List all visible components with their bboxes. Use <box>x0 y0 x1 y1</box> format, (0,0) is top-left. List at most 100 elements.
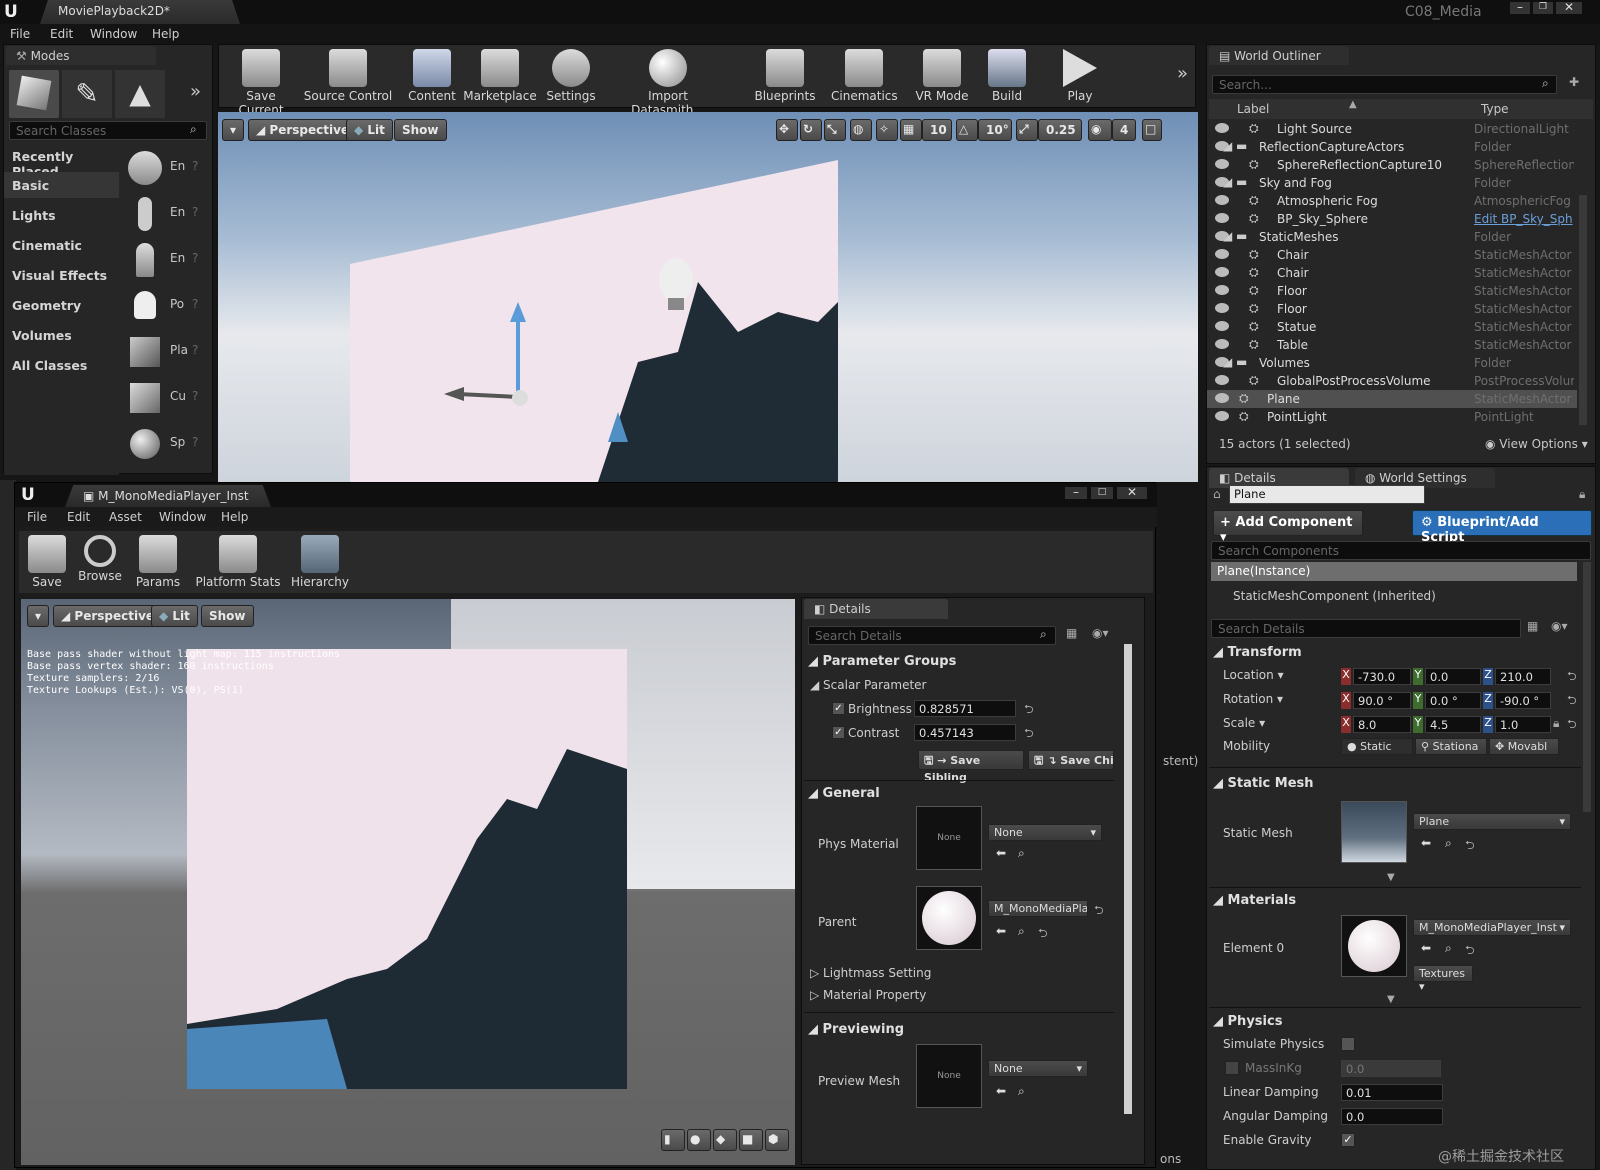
brightness-field[interactable]: 0.828571 <box>914 700 1016 717</box>
perspective-button[interactable]: ◢ Perspective <box>53 605 163 627</box>
angular-damping-field[interactable]: 0.0 <box>1341 1108 1443 1125</box>
menu-file[interactable]: File <box>27 510 47 524</box>
lock-icon[interactable]: 🔒︎ <box>1579 487 1585 502</box>
minimize-button[interactable]: – <box>1065 486 1087 499</box>
physics-section[interactable]: ◢ Physics <box>1213 1014 1282 1029</box>
outliner-row[interactable]: ◢ ▬ Volumes Folder <box>1207 354 1577 372</box>
search-classes-input[interactable]: Search Classes <box>9 121 207 140</box>
outliner-row[interactable]: ⛭ GlobalPostProcessVolume PostProcessVolum <box>1207 372 1577 390</box>
camera-speed-value[interactable]: 4 <box>1112 119 1136 141</box>
visibility-filter-icon[interactable]: ◉▾ <box>1092 626 1109 640</box>
visibility-eye-icon[interactable] <box>1215 303 1229 313</box>
outliner-row[interactable]: ⛭ PointLight PointLight <box>1207 408 1577 426</box>
mass-checkbox[interactable] <box>1225 1061 1239 1075</box>
play-button[interactable]: Play <box>1057 49 1103 107</box>
visibility-eye-icon[interactable] <box>1215 411 1229 421</box>
mode-paint-button[interactable]: ✎ <box>62 70 112 118</box>
marketplace-button[interactable]: Marketplace <box>463 49 537 107</box>
rotation-snap-value[interactable]: 10° <box>978 119 1012 141</box>
visibility-eye-icon[interactable] <box>1215 321 1229 331</box>
search-components-input[interactable]: Search Components <box>1211 541 1591 560</box>
minimize-button[interactable]: – <box>1510 1 1530 14</box>
browse-search-icon[interactable]: ⌕ <box>1018 1084 1025 1099</box>
location-label[interactable]: Location ▾ <box>1223 668 1284 682</box>
help-icon[interactable]: ? <box>192 159 198 173</box>
save-current-button[interactable]: Save Current <box>223 49 299 117</box>
contrast-field[interactable]: 0.457143 <box>914 724 1016 741</box>
params-button[interactable]: Params <box>133 535 183 593</box>
menu-file[interactable]: File <box>10 27 30 41</box>
scale-lock-icon[interactable]: 🔒︎ <box>1553 716 1559 731</box>
preview-mesh-dropdown[interactable]: None ▾ <box>988 1060 1088 1077</box>
preview-mesh-thumbnail[interactable]: None <box>916 1044 982 1108</box>
general-section[interactable]: ◢ General <box>808 786 880 801</box>
mobility-stationary-button[interactable]: ⚲ Stationa <box>1415 738 1487 755</box>
mode-place-button[interactable] <box>9 70 59 118</box>
help-icon[interactable]: ? <box>192 389 198 403</box>
materials-section[interactable]: ◢ Materials <box>1213 893 1296 908</box>
use-selected-arrow-icon[interactable]: ⬅ <box>1421 836 1431 850</box>
expand-arrow-icon[interactable]: ▼ <box>1387 872 1395 883</box>
reset-icon[interactable]: ⮌ <box>1567 715 1577 736</box>
outliner-row[interactable]: ⛭ Table StaticMeshActor <box>1207 336 1577 354</box>
material-dropdown[interactable]: M_MonoMediaPlayer_Inst ▾ <box>1413 919 1571 936</box>
outliner-row[interactable]: ⛭ Chair StaticMeshActor <box>1207 246 1577 264</box>
column-type[interactable]: Type <box>1481 102 1509 116</box>
details-tab[interactable]: ◧ Details <box>804 599 948 619</box>
help-icon[interactable]: ? <box>192 205 198 219</box>
enable-gravity-checkbox[interactable]: ✓ <box>1341 1133 1355 1147</box>
phys-material-thumbnail[interactable]: None <box>916 806 982 870</box>
previewing-section[interactable]: ◢ Previewing <box>808 1022 904 1037</box>
lit-button[interactable]: ◆ Lit <box>346 119 393 141</box>
blueprint-add-script-button[interactable]: ⚙ Blueprint/Add Script <box>1412 510 1592 545</box>
phys-material-dropdown[interactable]: None ▾ <box>988 824 1102 841</box>
visibility-eye-icon[interactable] <box>1215 393 1229 403</box>
outliner-row[interactable]: ⛭ SphereReflectionCapture10 SphereReflecti… <box>1207 156 1577 174</box>
visibility-filter-icon[interactable]: ◉▾ <box>1551 619 1568 633</box>
reset-icon[interactable]: ⮌ <box>1094 901 1104 922</box>
cinematics-button[interactable]: Cinematics <box>831 49 898 107</box>
add-component-button[interactable]: + Add Component ▾ <box>1213 510 1363 545</box>
reset-icon[interactable]: ⮌ <box>1038 924 1048 945</box>
mobility-static-button[interactable]: ● Static <box>1341 738 1413 755</box>
outliner-row[interactable]: ⛭ Statue StaticMeshActor <box>1207 318 1577 336</box>
class-item[interactable]: Pla? <box>124 331 210 373</box>
category-basic[interactable]: Basic <box>12 178 49 193</box>
save-sibling-button[interactable]: 🖫 → Save Sibling <box>918 750 1024 784</box>
visibility-eye-icon[interactable] <box>1215 123 1229 133</box>
details-scrollbar[interactable] <box>1583 562 1591 812</box>
location-x-field[interactable]: -730.0 <box>1353 668 1411 685</box>
maximize-button[interactable]: ❐ <box>1533 2 1553 14</box>
content-button[interactable]: Content <box>405 49 459 107</box>
rotation-y-field[interactable]: 0.0 ° <box>1425 692 1481 709</box>
platform-stats-button[interactable]: Platform Stats <box>193 535 283 593</box>
help-icon[interactable]: ? <box>192 297 198 311</box>
location-z-field[interactable]: 210.0 <box>1495 668 1551 685</box>
property-matrix-icon[interactable]: ▦ <box>1527 619 1538 633</box>
viewport-options-button[interactable]: ▾ <box>222 119 244 141</box>
scale-snap-value[interactable]: 0.25 <box>1038 119 1082 141</box>
browse-search-icon[interactable]: ⌕ <box>1445 941 1452 956</box>
viewport-options-button[interactable]: ▾ <box>27 605 49 627</box>
outliner-row[interactable]: ⛭ Plane StaticMeshActor <box>1207 390 1577 408</box>
outliner-row[interactable]: ⛭ Floor StaticMeshActor <box>1207 282 1577 300</box>
hierarchy-button[interactable]: Hierarchy <box>289 535 351 593</box>
scene-plane[interactable] <box>218 112 1198 482</box>
visibility-eye-icon[interactable] <box>1215 159 1229 169</box>
visibility-eye-icon[interactable] <box>1215 267 1229 277</box>
material-property-group[interactable]: ▷ Material Property <box>810 988 926 1002</box>
menu-asset[interactable]: Asset <box>109 510 142 524</box>
reset-icon[interactable]: ⮌ <box>1024 724 1034 745</box>
parent-thumbnail[interactable] <box>916 886 982 950</box>
outliner-row[interactable]: ⛭ Chair StaticMeshActor <box>1207 264 1577 282</box>
save-child-button[interactable]: 🖫 ↴ Save Child <box>1028 750 1114 770</box>
parameter-groups-section[interactable]: ◢ Parameter Groups <box>808 654 956 669</box>
outliner-row[interactable]: ◢ ▬ ReflectionCaptureActors Folder <box>1207 138 1577 156</box>
outliner-row[interactable]: ⛭ BP_Sky_Sphere Edit BP_Sky_Sph <box>1207 210 1577 228</box>
help-icon[interactable]: ? <box>192 343 198 357</box>
reset-icon[interactable]: ⮌ <box>1567 667 1577 688</box>
modes-tab[interactable]: ⚒ Modes <box>6 46 156 65</box>
static-mesh-dropdown[interactable]: Plane ▾ <box>1413 813 1571 830</box>
preview-sphere-icon[interactable]: ● <box>687 1129 711 1151</box>
source-control-button[interactable]: Source Control <box>303 49 393 107</box>
